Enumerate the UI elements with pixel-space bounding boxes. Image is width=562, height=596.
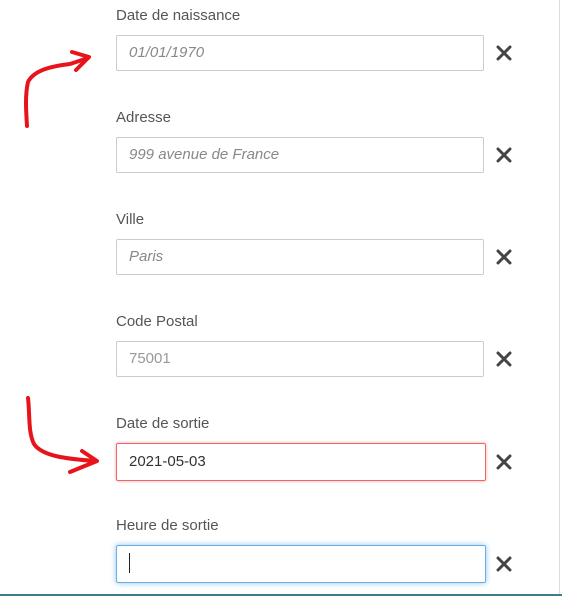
annotation-arrows	[24, 50, 99, 474]
panel-right-border	[559, 0, 560, 596]
form-page: Date de naissance 01/01/1970 Adresse 999…	[0, 0, 562, 596]
